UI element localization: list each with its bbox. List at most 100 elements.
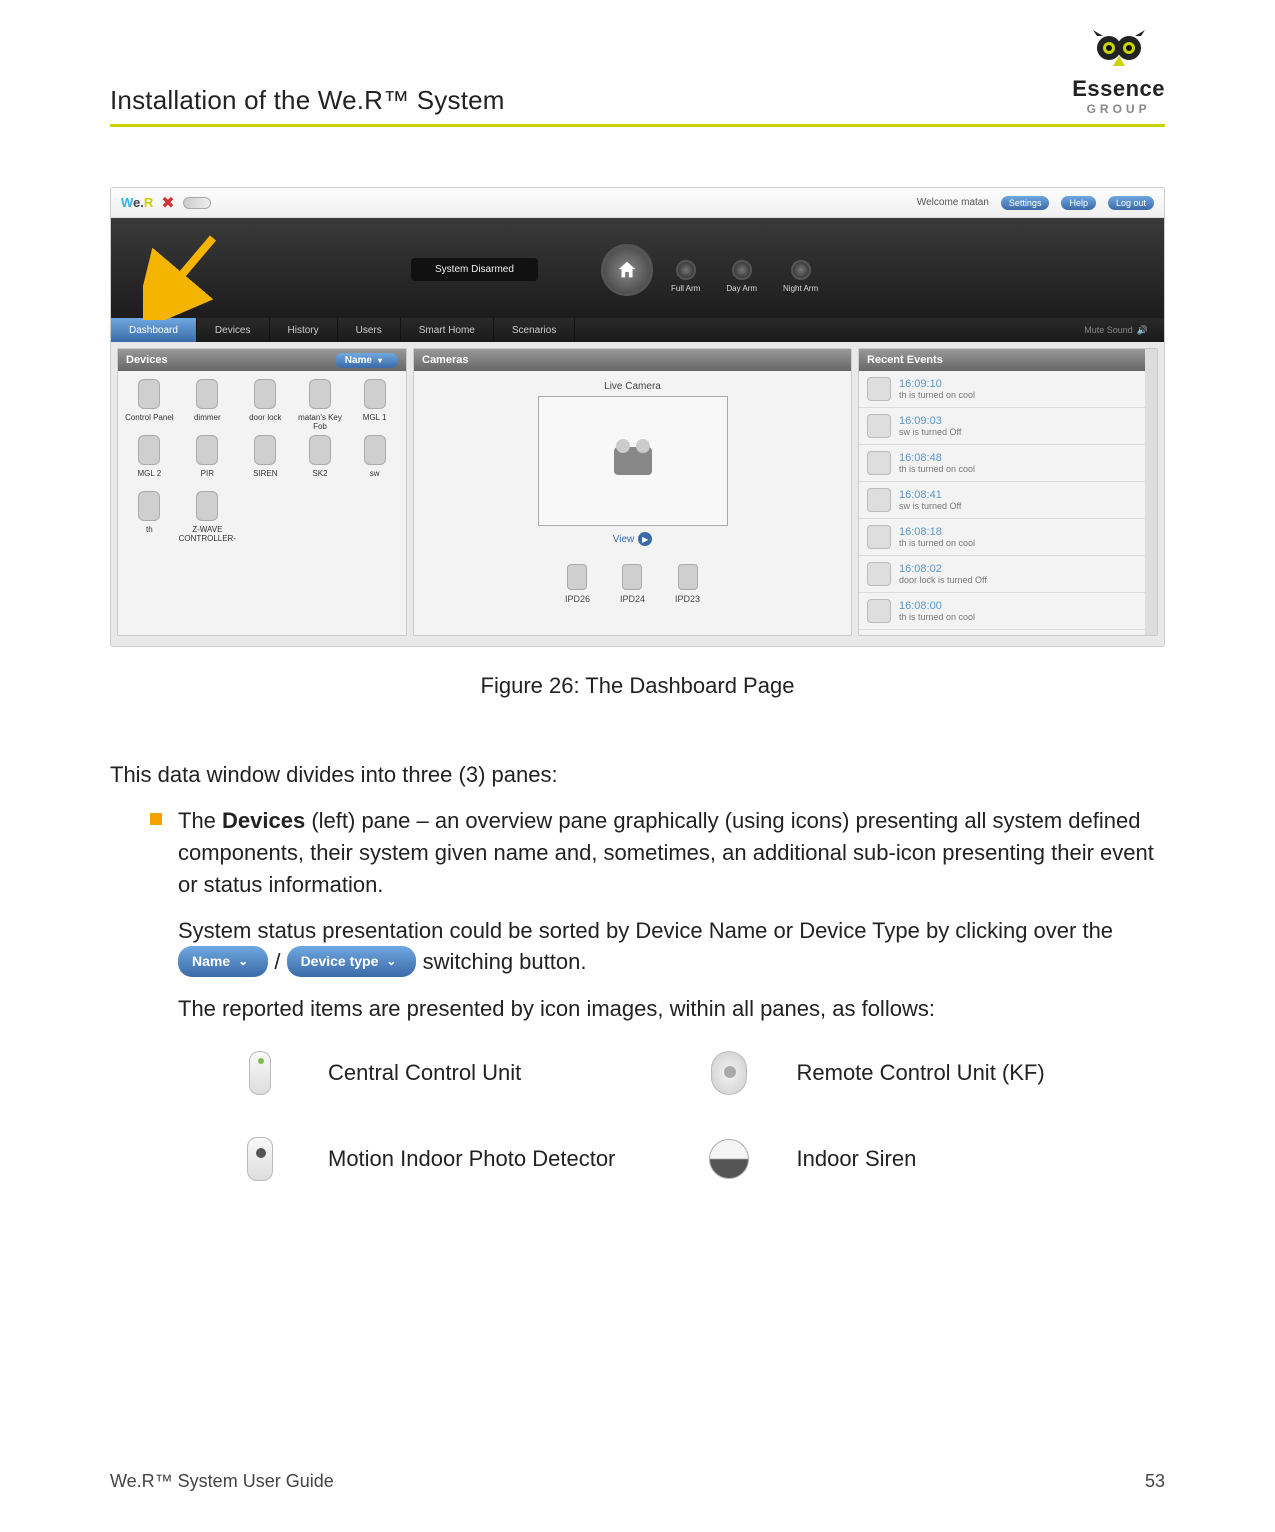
device-item[interactable]: MGL 1 [349,379,400,431]
event-icon [867,599,891,623]
device-icon [364,379,386,409]
pir-label: Motion Indoor Photo Detector [328,1143,697,1175]
device-item[interactable]: th [124,491,175,543]
event-time: 16:08:18 [899,526,975,538]
mute-sound-toggle[interactable]: Mute Sound🔊 [1068,318,1164,342]
event-row[interactable]: 16:08:02door lock is turned Off [859,556,1157,593]
event-row[interactable]: 16:08:48th is turned on cool [859,445,1157,482]
device-icon [196,435,218,465]
home-icon [616,259,638,281]
device-item[interactable]: matan's Key Fob [295,379,346,431]
device-label: th [146,525,153,543]
camera-thumb-label: IPD24 [620,594,645,604]
system-status: System Disarmed [411,258,538,281]
owl-icon [1091,30,1147,74]
event-time: 16:08:41 [899,489,961,501]
help-button[interactable]: Help [1061,196,1096,210]
camera-thumb-icon [567,564,587,590]
sort-by-button[interactable]: Name [335,353,398,368]
device-item[interactable]: PIR [179,435,236,487]
footer-page-number: 53 [1145,1471,1165,1492]
device-icon [254,435,276,465]
device-icon [309,435,331,465]
settings-button[interactable]: Settings [1001,196,1050,210]
device-item[interactable]: Z-WAVE CONTROLLER-0 [179,491,236,543]
event-icon [867,488,891,512]
devices-pane-title: Devices [126,354,168,366]
name-pill-inline[interactable]: Name [178,946,268,976]
event-desc: sw is turned Off [899,501,961,511]
ccu-icon [238,1045,282,1101]
camera-thumb[interactable]: IPD24 [620,564,645,604]
tab-history[interactable]: History [270,318,338,342]
device-label: matan's Key Fob [295,413,346,431]
view-button[interactable]: View▶ [613,532,653,546]
event-row[interactable]: 16:08:00th is turned on cool [859,593,1157,630]
siren-label: Indoor Siren [797,1143,1166,1175]
tab-scenarios[interactable]: Scenarios [494,318,575,342]
event-desc: th is turned on cool [899,464,975,474]
full-arm-button[interactable]: Full Arm [671,260,700,293]
tab-dashboard[interactable]: Dashboard [111,318,197,342]
live-camera-view[interactable] [538,396,728,526]
device-icon [196,491,218,521]
event-desc: th is turned on cool [899,538,975,548]
para-sort: System status presentation could be sort… [178,915,1165,979]
ccu-label: Central Control Unit [328,1057,697,1089]
device-type-pill-inline[interactable]: Device type [287,946,417,976]
keyfob-icon [707,1045,751,1101]
cameras-pane-title: Cameras [422,354,468,366]
events-pane: Recent Events 16:09:10th is turned on co… [858,348,1158,636]
event-icon [867,451,891,475]
devices-pane: Devices Name Control Panel dimmer door loc… [117,348,407,636]
night-arm-button[interactable]: Night Arm [783,260,818,293]
tab-users[interactable]: Users [338,318,401,342]
home-button[interactable] [601,244,653,296]
device-item[interactable]: door lock [240,379,291,431]
camera-icon [614,447,652,475]
camera-thumb[interactable]: IPD23 [675,564,700,604]
event-desc: th is turned on cool [899,612,975,622]
bullet-icon [150,813,162,825]
device-label: PIR [201,469,214,487]
device-item[interactable]: sw [349,435,400,487]
bullet-devices-pane: The Devices (left) pane – an overview pa… [178,805,1165,901]
device-label: dimmer [194,413,221,431]
device-item[interactable]: MGL 2 [124,435,175,487]
camera-thumb-label: IPD26 [565,594,590,604]
brand-logo: Essence GROUP [1072,30,1165,116]
event-row[interactable]: 16:07:52sw is turned Off [859,630,1157,635]
event-time: 16:08:00 [899,600,975,612]
day-arm-button[interactable]: Day Arm [726,260,757,293]
device-item[interactable]: Control Panel [124,379,175,431]
wer-logo: We.R [121,195,153,210]
footer-left: We.R™ System User Guide [110,1471,334,1492]
event-icon [867,414,891,438]
event-time: 16:08:48 [899,452,975,464]
logout-button[interactable]: Log out [1108,196,1154,210]
scrollbar[interactable] [1145,349,1157,635]
event-row[interactable]: 16:08:41sw is turned Off [859,482,1157,519]
event-row[interactable]: 16:09:03sw is turned Off [859,408,1157,445]
events-pane-title: Recent Events [867,354,943,366]
event-row[interactable]: 16:09:10th is turned on cool [859,371,1157,408]
welcome-text: Welcome matan [917,197,989,208]
device-item[interactable]: dimmer [179,379,236,431]
tab-devices[interactable]: Devices [197,318,270,342]
event-row[interactable]: 16:08:18th is turned on cool [859,519,1157,556]
device-label: SK2 [312,469,327,487]
camera-thumb[interactable]: IPD26 [565,564,590,604]
para-icons-intro: The reported items are presented by icon… [178,993,1165,1025]
device-icon [138,491,160,521]
device-icon [138,379,160,409]
device-item[interactable]: SK2 [295,435,346,487]
tab-smart-home[interactable]: Smart Home [401,318,494,342]
device-icon [254,379,276,409]
device-icon [309,379,331,409]
event-icon [867,525,891,549]
event-icon [867,377,891,401]
siren-icon [707,1131,751,1187]
keyfob-label: Remote Control Unit (KF) [797,1057,1166,1089]
device-item[interactable]: SIREN [240,435,291,487]
event-time: 16:08:02 [899,563,987,575]
